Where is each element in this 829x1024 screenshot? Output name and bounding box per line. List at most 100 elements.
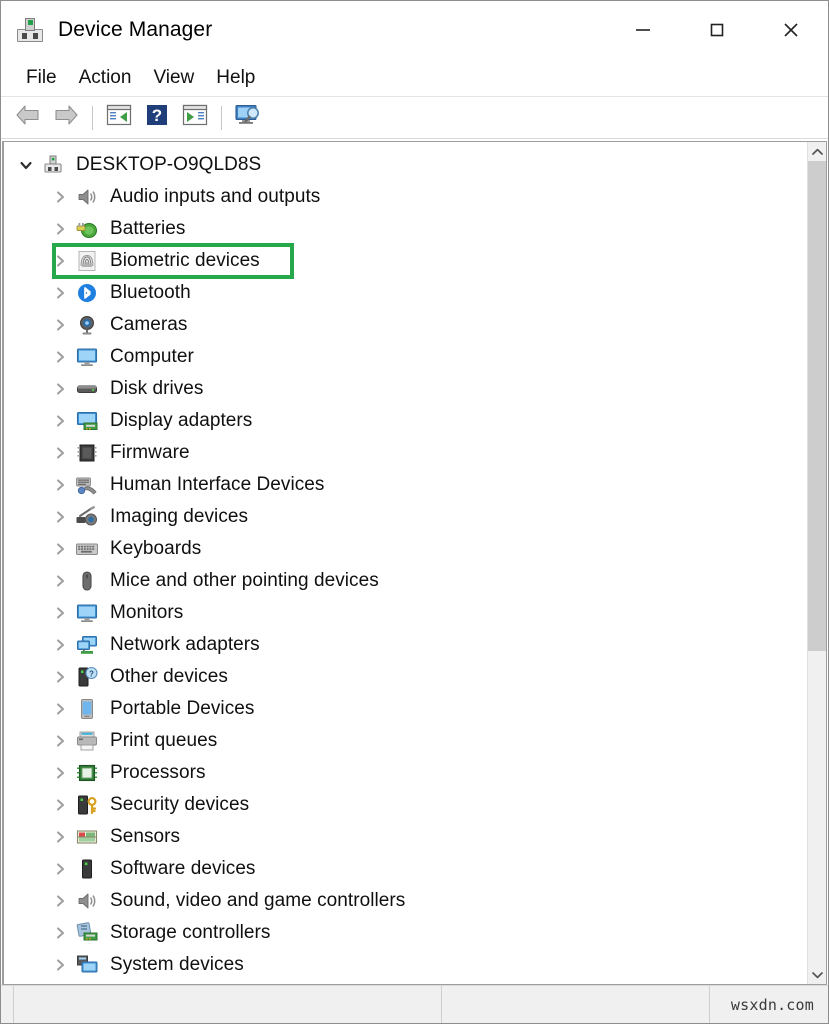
tree-item-label: Other devices (110, 666, 228, 687)
camera-icon (75, 312, 101, 338)
tree-item-print-queues[interactable]: Print queues (4, 725, 807, 757)
chevron-right-icon[interactable] (52, 286, 68, 300)
menu-file[interactable]: File (15, 64, 68, 92)
imaging-icon (75, 504, 101, 530)
fingerprint-icon (75, 248, 101, 274)
status-cell-3 (442, 986, 710, 1023)
chevron-right-icon[interactable] (52, 702, 68, 716)
chevron-right-icon[interactable] (52, 254, 68, 268)
battery-icon (75, 216, 101, 242)
chevron-right-icon[interactable] (52, 862, 68, 876)
tree-item-system-devices[interactable]: System devices (4, 949, 807, 981)
tree-item-software-devices[interactable]: Software devices (4, 853, 807, 885)
scrollbar-track[interactable] (808, 161, 826, 965)
chevron-right-icon[interactable] (52, 606, 68, 620)
scroll-up-button[interactable] (808, 142, 826, 161)
chevron-right-icon[interactable] (52, 766, 68, 780)
tree-item-cameras[interactable]: Cameras (4, 309, 807, 341)
tree-item-keyboards[interactable]: Keyboards (4, 533, 807, 565)
menu-view[interactable]: View (142, 64, 205, 92)
chevron-right-icon[interactable] (52, 190, 68, 204)
tree-item-security-devices[interactable]: Security devices (4, 789, 807, 821)
scroll-down-button[interactable] (808, 965, 826, 984)
tree-item-label: Processors (110, 762, 206, 783)
tree-item-computer[interactable]: Computer (4, 341, 807, 373)
tree-item-portable-devices[interactable]: Portable Devices (4, 693, 807, 725)
tree-item-audio-inputs-and-outputs[interactable]: Audio inputs and outputs (4, 181, 807, 213)
chevron-right-icon[interactable] (52, 958, 68, 972)
tree-item-label: Network adapters (110, 634, 260, 655)
software-device-icon (75, 856, 101, 882)
chevron-right-icon[interactable] (52, 446, 68, 460)
tree-item-label: Imaging devices (110, 506, 249, 527)
tree-item-mice-and-other-pointing-devices[interactable]: Mice and other pointing devices (4, 565, 807, 597)
toolbar-separator (221, 105, 222, 130)
tree-item-imaging-devices[interactable]: Imaging devices (4, 501, 807, 533)
chevron-right-icon[interactable] (52, 638, 68, 652)
chevron-right-icon[interactable] (52, 542, 68, 556)
scan-hardware-changes-button[interactable] (229, 101, 267, 135)
tree-item-label: System devices (110, 954, 244, 975)
vertical-scrollbar[interactable] (807, 142, 826, 984)
chevron-right-icon[interactable] (52, 510, 68, 524)
close-button[interactable] (754, 1, 828, 59)
printer-icon (75, 728, 101, 754)
tree-root-node[interactable]: DESKTOP-O9QLD8S (4, 149, 807, 181)
menu-bar: File Action View Help (1, 59, 828, 97)
tree-item-processors[interactable]: Processors (4, 757, 807, 789)
tree-item-label: Print queues (110, 730, 218, 751)
chevron-down-icon[interactable] (18, 160, 34, 171)
minimize-button[interactable] (606, 1, 680, 59)
status-cell-4: wsxdn.com (710, 986, 828, 1023)
tree-item-storage-controllers[interactable]: Storage controllers (4, 917, 807, 949)
menu-help[interactable]: Help (205, 64, 266, 92)
chevron-right-icon[interactable] (52, 382, 68, 396)
chevron-right-icon[interactable] (52, 830, 68, 844)
chevron-right-icon[interactable] (52, 222, 68, 236)
tree-item-label: Display adapters (110, 410, 253, 431)
chevron-right-icon[interactable] (52, 894, 68, 908)
tree-item-other-devices[interactable]: ? Other devices (4, 661, 807, 693)
chevron-right-icon[interactable] (52, 734, 68, 748)
chevron-right-icon[interactable] (52, 318, 68, 332)
tree-item-bluetooth[interactable]: Bluetooth (4, 277, 807, 309)
tree-item-firmware[interactable]: Firmware (4, 437, 807, 469)
tree-item-label: Audio inputs and outputs (110, 186, 321, 207)
tree-item-sensors[interactable]: Sensors (4, 821, 807, 853)
computer-root-icon (41, 152, 67, 178)
tree-item-monitors[interactable]: Monitors (4, 597, 807, 629)
help-question-icon: ? (145, 103, 169, 132)
svg-text:?: ? (89, 670, 94, 679)
device-manager-icon (15, 15, 45, 45)
tree-item-disk-drives[interactable]: Disk drives (4, 373, 807, 405)
update-driver-icon (182, 104, 208, 131)
tree-item-label: Biometric devices (110, 250, 260, 271)
tree-item-label: Sensors (110, 826, 181, 847)
tree-item-sound-video-and-game-controllers[interactable]: Sound, video and game controllers (4, 885, 807, 917)
properties-button[interactable] (100, 101, 138, 135)
forward-button[interactable] (47, 101, 85, 135)
help-button[interactable]: ? (138, 101, 176, 135)
device-tree[interactable]: DESKTOP-O9QLD8S Audio inputs and outputs B… (4, 142, 807, 984)
chevron-right-icon[interactable] (52, 350, 68, 364)
chevron-right-icon[interactable] (52, 798, 68, 812)
tree-item-biometric-devices[interactable]: Biometric devices (4, 245, 807, 277)
tree-item-batteries[interactable]: Batteries (4, 213, 807, 245)
menu-action[interactable]: Action (68, 64, 143, 92)
chevron-right-icon[interactable] (52, 670, 68, 684)
tree-item-display-adapters[interactable]: Display adapters (4, 405, 807, 437)
chevron-right-icon[interactable] (52, 478, 68, 492)
window-controls (606, 1, 828, 59)
back-button[interactable] (9, 101, 47, 135)
update-driver-button[interactable] (176, 101, 214, 135)
maximize-button[interactable] (680, 1, 754, 59)
properties-icon (106, 104, 132, 131)
tree-item-network-adapters[interactable]: Network adapters (4, 629, 807, 661)
scrollbar-thumb[interactable] (808, 161, 826, 652)
chevron-right-icon[interactable] (52, 926, 68, 940)
status-cell-1 (1, 986, 14, 1023)
chevron-right-icon[interactable] (52, 414, 68, 428)
tree-item-human-interface-devices[interactable]: Human Interface Devices (4, 469, 807, 501)
chevron-right-icon[interactable] (52, 574, 68, 588)
tree-item-label: Firmware (110, 442, 190, 463)
